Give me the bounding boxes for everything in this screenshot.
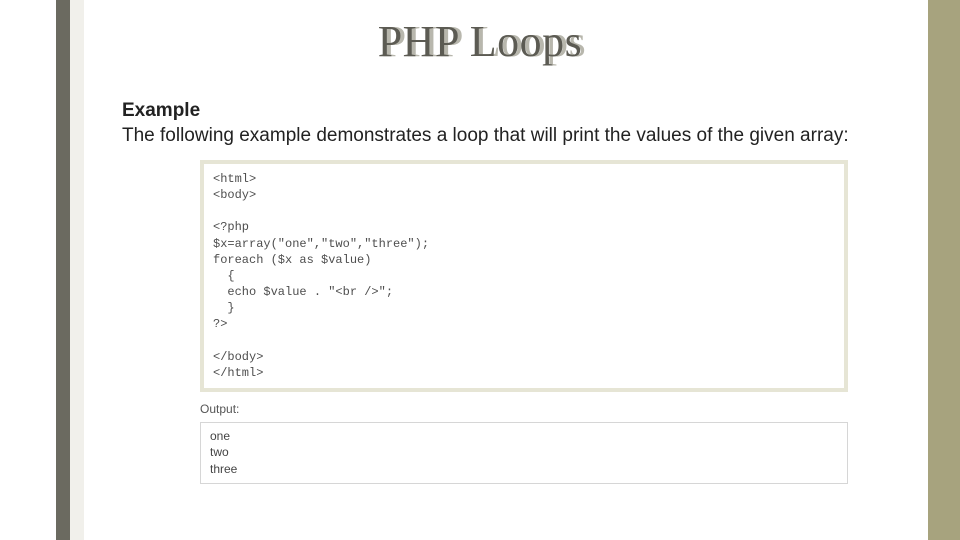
code-text: <html> <body> <?php $x=array("one","two"… [213, 171, 835, 381]
accent-stripe-right [928, 0, 960, 540]
output-block: one two three [200, 422, 848, 484]
example-description: The following example demonstrates a loo… [122, 124, 902, 148]
slide-body: Example The following example demonstrat… [122, 100, 902, 484]
slide: PHP Loops PHP Loops Example The followin… [0, 0, 960, 540]
output-text: one two three [210, 428, 838, 477]
accent-stripe-dark [56, 0, 70, 540]
accent-stripe-light [70, 0, 84, 540]
example-heading: Example [122, 100, 902, 122]
title-text: PHP Loops [378, 17, 583, 66]
code-block: <html> <body> <?php $x=array("one","two"… [200, 160, 848, 392]
output-label: Output: [200, 402, 902, 416]
slide-title: PHP Loops PHP Loops [0, 16, 960, 67]
